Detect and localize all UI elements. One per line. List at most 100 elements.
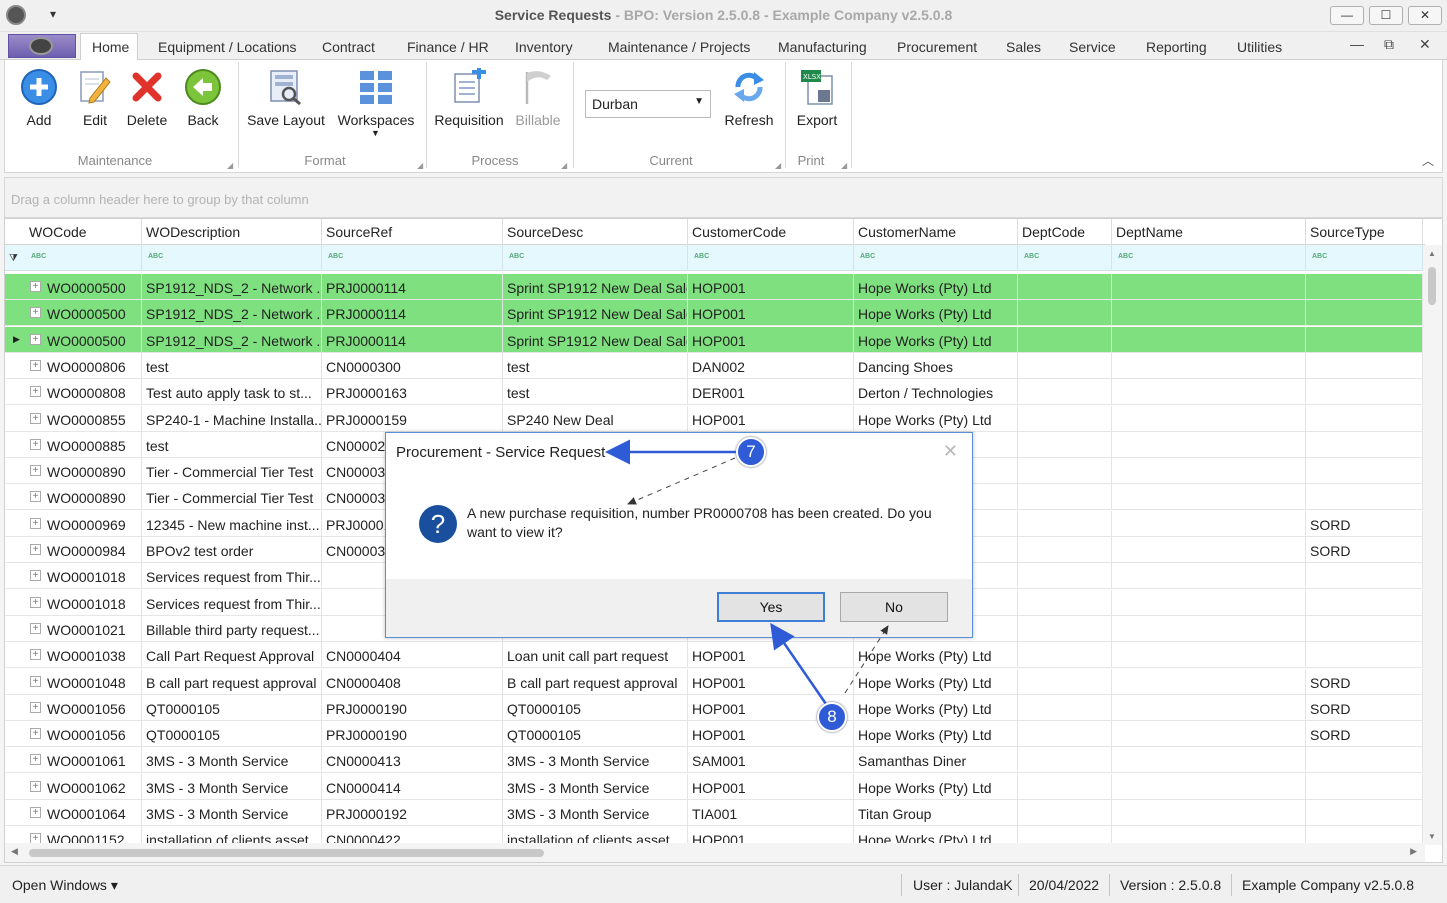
- mdi-minimize-button[interactable]: —: [1350, 36, 1364, 52]
- column-header-sourcedesc[interactable]: SourceDesc: [503, 219, 688, 245]
- tab-equipment-locations[interactable]: Equipment / Locations: [158, 39, 297, 55]
- vertical-scroll-thumb[interactable]: [1428, 267, 1436, 305]
- scroll-up-icon[interactable]: ▲: [1428, 249, 1436, 258]
- filter-funnel-icon[interactable]: ⧩: [9, 253, 18, 264]
- horizontal-scrollbar[interactable]: ◀ ▶: [5, 843, 1425, 862]
- row-expand-icon[interactable]: +: [30, 544, 41, 555]
- mdi-close-button[interactable]: ✕: [1419, 36, 1431, 53]
- table-row[interactable]: + WO0000500 SP1912_NDS_2 - Network ... PRJ0…: [5, 300, 1423, 327]
- column-header-customercode[interactable]: CustomerCode: [688, 219, 854, 245]
- column-header-wocode[interactable]: WOCode: [25, 219, 142, 245]
- scroll-left-icon[interactable]: ◀: [11, 846, 18, 857]
- table-row[interactable]: + WO0001048 B call part request approval CN…: [5, 668, 1423, 695]
- edit-button[interactable]: Edit: [67, 62, 123, 142]
- row-expand-icon[interactable]: +: [30, 649, 41, 661]
- tab-home[interactable]: Home: [92, 39, 129, 55]
- file-menu-button[interactable]: [8, 34, 76, 58]
- row-expand-icon[interactable]: +: [30, 517, 41, 529]
- tab-reporting[interactable]: Reporting: [1146, 39, 1207, 55]
- row-expand-icon[interactable]: +: [30, 281, 41, 292]
- table-row[interactable]: + WO0000808 Test auto apply task to st... P…: [5, 379, 1423, 406]
- format-launcher-icon[interactable]: ◢: [417, 161, 423, 170]
- back-button[interactable]: Back: [175, 62, 231, 142]
- delete-button[interactable]: Delete: [119, 62, 175, 142]
- yes-button[interactable]: Yes: [717, 592, 825, 622]
- workspaces-button[interactable]: Workspaces ▼: [335, 62, 417, 142]
- tab-inventory[interactable]: Inventory: [515, 39, 573, 55]
- tab-sales[interactable]: Sales: [1006, 39, 1041, 55]
- print-launcher-icon[interactable]: ◢: [841, 161, 847, 170]
- filter-cell-customercode[interactable]: ABC: [688, 245, 854, 271]
- filter-cell-sourceref[interactable]: ABC: [322, 245, 503, 271]
- table-row[interactable]: + WO0001038 Call Part Request Approval CN00…: [5, 642, 1423, 669]
- table-row[interactable]: + WO0000855 SP240-1 - Machine Installa... P…: [5, 405, 1423, 432]
- row-expand-icon[interactable]: +: [30, 307, 41, 319]
- filter-cell-deptcode[interactable]: ABC: [1018, 245, 1112, 271]
- filter-cell-wodescription[interactable]: ABC: [142, 245, 322, 271]
- row-expand-icon[interactable]: +: [30, 359, 41, 371]
- table-row[interactable]: + WO0001056 QT0000105 PRJ0000190 QT0000105 HO…: [5, 694, 1423, 721]
- window-minimize-button[interactable]: —: [1330, 6, 1364, 25]
- row-expand-icon[interactable]: +: [30, 754, 41, 766]
- tab-finance-hr[interactable]: Finance / HR: [407, 39, 489, 55]
- table-row[interactable]: + WO0001061 3MS - 3 Month Service CN0000413…: [5, 747, 1423, 774]
- collapse-ribbon-icon[interactable]: ︿: [1422, 152, 1434, 169]
- row-expand-icon[interactable]: +: [30, 412, 41, 424]
- tab-procurement[interactable]: Procurement: [897, 39, 977, 55]
- horizontal-scroll-thumb[interactable]: [29, 849, 544, 857]
- table-row[interactable]: + WO0001062 3MS - 3 Month Service CN0000414…: [5, 773, 1423, 800]
- mdi-restore-button[interactable]: ⧉: [1384, 36, 1394, 53]
- table-row[interactable]: + WO0001056 QT0000105 PRJ0000190 QT0000105 HO…: [5, 721, 1423, 748]
- row-expand-icon[interactable]: +: [30, 596, 41, 608]
- row-expand-icon[interactable]: +: [30, 622, 41, 634]
- requisition-button[interactable]: Requisition: [433, 62, 505, 142]
- table-row[interactable]: + WO0000806 test CN0000300 test DAN002 Dancing…: [5, 352, 1423, 379]
- open-windows-button[interactable]: Open Windows ▾: [12, 877, 118, 894]
- table-row[interactable]: + WO0000500 SP1912_NDS_2 - Network ... PRJ0…: [5, 274, 1423, 300]
- process-launcher-icon[interactable]: ◢: [561, 161, 567, 170]
- dialog-close-icon[interactable]: ✕: [943, 441, 958, 462]
- tab-contract[interactable]: Contract: [322, 39, 375, 55]
- group-by-panel[interactable]: Drag a column header here to group by th…: [4, 177, 1443, 218]
- export-button[interactable]: XLSX Export: [789, 62, 845, 142]
- window-maximize-button[interactable]: ☐: [1369, 6, 1403, 25]
- table-row[interactable]: + WO0001064 3MS - 3 Month Service PRJ000019…: [5, 800, 1423, 826]
- maintenance-launcher-icon[interactable]: ◢: [227, 161, 233, 170]
- column-header-sourceref[interactable]: SourceRef: [322, 219, 503, 245]
- branch-dropdown[interactable]: Durban ▼: [585, 90, 711, 118]
- refresh-button[interactable]: Refresh: [719, 62, 779, 142]
- row-expand-icon[interactable]: +: [30, 728, 41, 740]
- row-expand-icon[interactable]: +: [30, 438, 41, 450]
- scroll-right-icon[interactable]: ▶: [1410, 846, 1417, 857]
- current-launcher-icon[interactable]: ◢: [775, 161, 781, 170]
- row-expand-icon[interactable]: +: [30, 491, 41, 503]
- save-layout-button[interactable]: Save Layout: [243, 62, 329, 142]
- scroll-down-icon[interactable]: ▼: [1428, 832, 1436, 841]
- filter-cell-sourcedesc[interactable]: ABC: [503, 245, 688, 271]
- column-header-deptname[interactable]: DeptName: [1112, 219, 1306, 245]
- tab-utilities[interactable]: Utilities: [1237, 39, 1282, 55]
- no-button[interactable]: No: [840, 592, 948, 622]
- tab-maintenance-projects[interactable]: Maintenance / Projects: [608, 39, 750, 55]
- row-expand-icon[interactable]: +: [30, 701, 41, 713]
- row-expand-icon[interactable]: +: [30, 675, 41, 687]
- filter-cell-customername[interactable]: ABC: [854, 245, 1018, 271]
- row-expand-icon[interactable]: +: [30, 465, 41, 477]
- tab-service[interactable]: Service: [1069, 39, 1116, 55]
- filter-cell-deptname[interactable]: ABC: [1112, 245, 1306, 271]
- table-row[interactable]: ▶ + WO0000500 SP1912_NDS_2 - Network ... PRJ…: [5, 326, 1423, 353]
- row-expand-icon[interactable]: +: [30, 807, 41, 818]
- row-expand-icon[interactable]: +: [30, 333, 41, 345]
- row-expand-icon[interactable]: +: [30, 780, 41, 792]
- tab-manufacturing[interactable]: Manufacturing: [778, 39, 867, 55]
- window-close-button[interactable]: ✕: [1408, 6, 1442, 25]
- column-header-sourcetype[interactable]: SourceType: [1306, 219, 1423, 245]
- vertical-scrollbar[interactable]: ▲ ▼: [1423, 245, 1442, 845]
- filter-cell-sourcetype[interactable]: ABC: [1306, 245, 1423, 271]
- column-header-deptcode[interactable]: DeptCode: [1018, 219, 1112, 245]
- filter-cell-wocode[interactable]: ABC: [25, 245, 142, 271]
- column-header-customername[interactable]: CustomerName: [854, 219, 1018, 245]
- row-expand-icon[interactable]: +: [30, 386, 41, 398]
- column-header-wodescription[interactable]: WODescription: [142, 219, 322, 245]
- row-expand-icon[interactable]: +: [30, 570, 41, 582]
